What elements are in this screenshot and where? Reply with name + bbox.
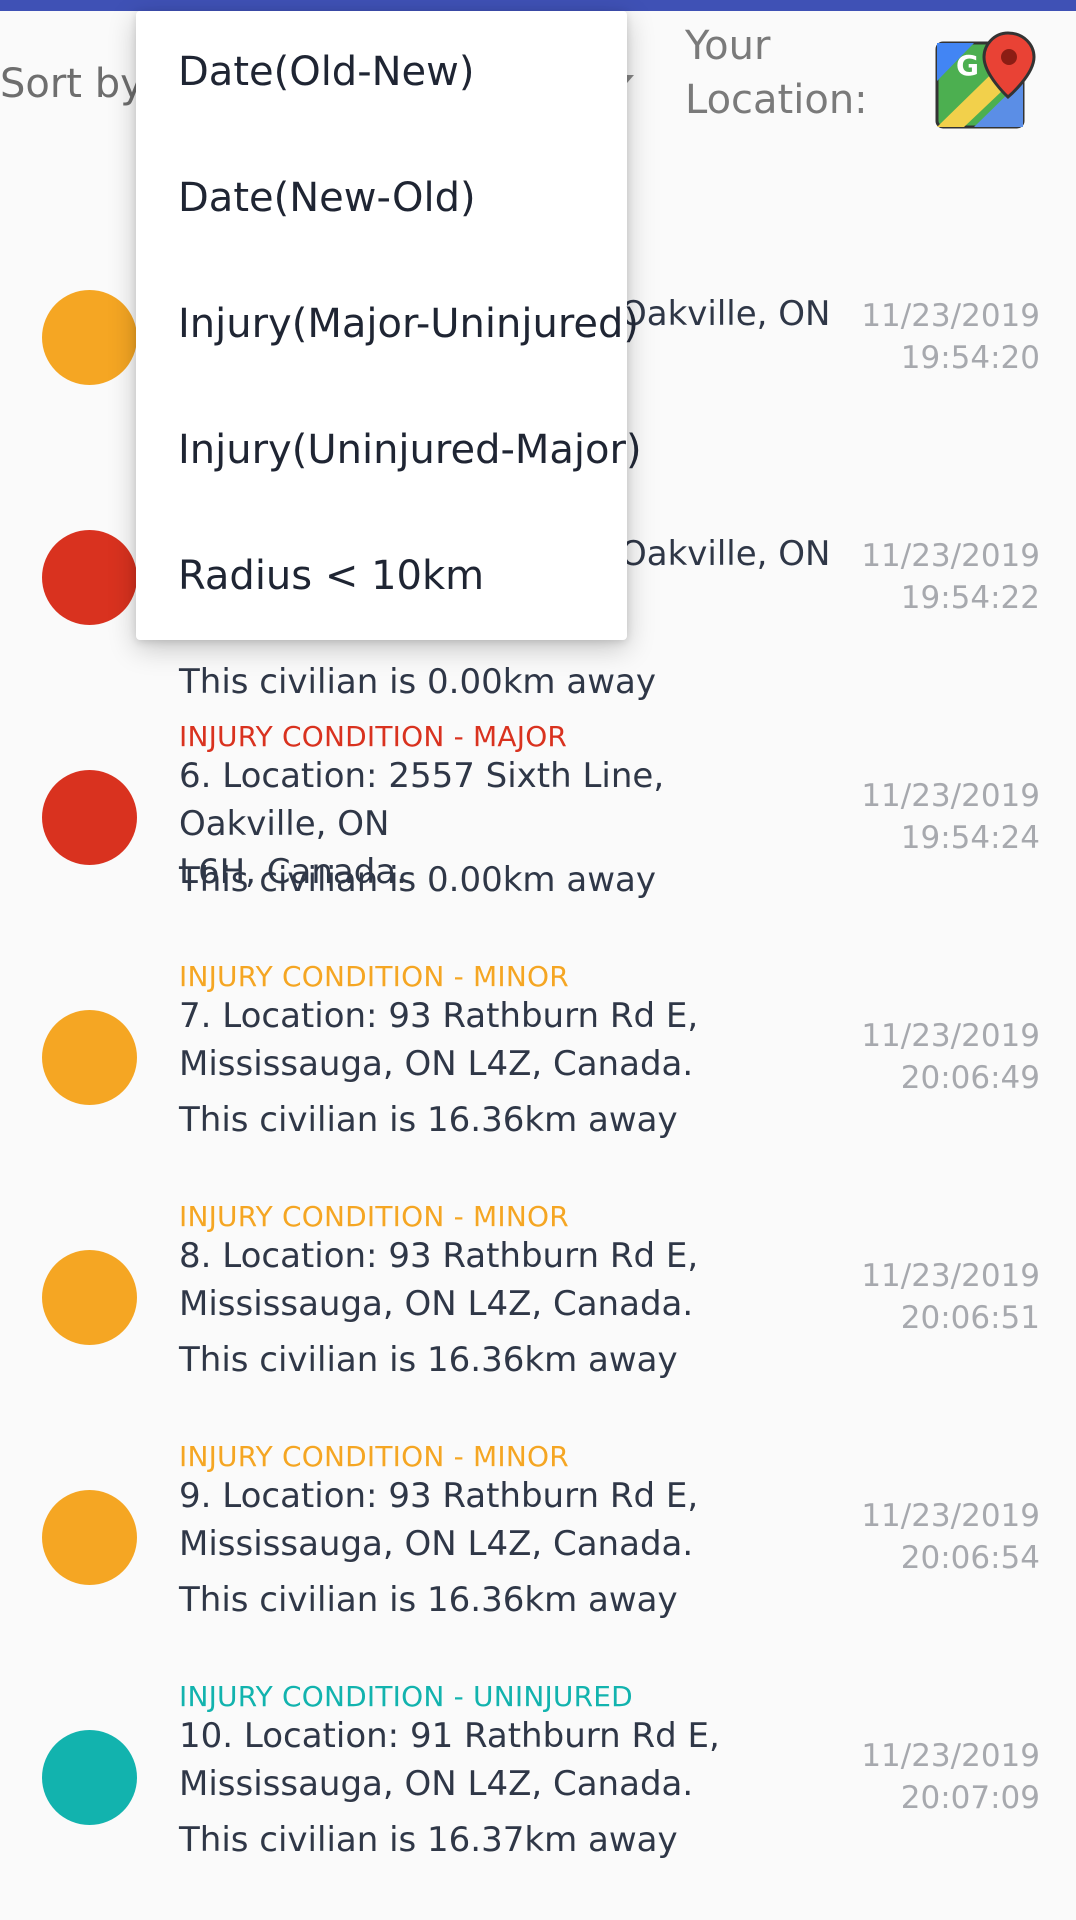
google-maps-icon[interactable]: G — [934, 31, 1038, 131]
timestamp-time: 20:07:09 — [900, 1780, 1040, 1816]
location-line-1: 9. Location: 93 Rathburn Rd E, — [179, 1476, 699, 1516]
injury-status-dot — [42, 770, 137, 865]
timestamp: 11/23/2019 19:54:20 — [861, 295, 1040, 379]
location-line-2: Mississauga, ON L4Z, Canada. — [179, 1764, 694, 1804]
injury-status-dot — [42, 530, 137, 625]
timestamp-date: 11/23/2019 — [861, 1018, 1040, 1054]
injury-condition-label: INJURY CONDITION - MINOR — [179, 960, 569, 993]
location-text: 8. Location: 93 Rathburn Rd E, Mississaug… — [179, 1232, 819, 1328]
timestamp-time: 20:06:51 — [900, 1300, 1040, 1336]
injury-condition-label: INJURY CONDITION - MAJOR — [179, 720, 568, 753]
list-item[interactable]: INJURY CONDITION - MAJOR 6. Location: 255… — [0, 720, 1076, 960]
timestamp: 11/23/2019 20:07:09 — [861, 1735, 1040, 1819]
location-text: 7. Location: 93 Rathburn Rd E, Mississaug… — [179, 992, 819, 1088]
sort-option[interactable]: Date(Old-New) — [178, 49, 474, 95]
injury-condition-label: INJURY CONDITION - UNINJURED — [179, 1680, 633, 1713]
timestamp-date: 11/23/2019 — [861, 298, 1040, 334]
injury-status-dot — [42, 1730, 137, 1825]
timestamp-time: 19:54:22 — [900, 580, 1040, 616]
distance-text: This civilian is 0.00km away — [179, 860, 656, 900]
location-line-1: 7. Location: 93 Rathburn Rd E, — [179, 996, 699, 1036]
location-text: 9. Location: 93 Rathburn Rd E, Mississaug… — [179, 1472, 819, 1568]
location-line-2: Mississauga, ON L4Z, Canada. — [179, 1284, 694, 1324]
location-text: Oakville, ON — [620, 530, 840, 578]
timestamp-time: 19:54:24 — [900, 820, 1040, 856]
location-text: 10. Location: 91 Rathburn Rd E, Mississau… — [179, 1712, 819, 1808]
injury-status-dot — [42, 290, 137, 385]
location-line-1: Oakville, ON — [620, 294, 831, 334]
injury-condition-label: INJURY CONDITION - MINOR — [179, 1440, 569, 1473]
injury-status-dot — [42, 1010, 137, 1105]
location-line-1: 10. Location: 91 Rathburn Rd E, — [179, 1716, 720, 1756]
location-line-2: Mississauga, ON L4Z, Canada. — [179, 1044, 694, 1084]
sort-option[interactable]: Injury(Major-Uninjured) — [178, 301, 639, 347]
sort-dropdown-menu: Date(Old-New) Date(New-Old) Injury(Major-U… — [136, 11, 642, 640]
timestamp-time: 20:06:54 — [900, 1540, 1040, 1576]
distance-text: This civilian is 16.36km away — [179, 1580, 678, 1620]
timestamp-date: 11/23/2019 — [861, 538, 1040, 574]
distance-text: This civilian is 16.36km away — [179, 1340, 678, 1380]
location-text: Oakville, ON — [620, 290, 840, 338]
timestamp: 11/23/2019 19:54:22 — [861, 535, 1040, 619]
timestamp-time: 19:54:20 — [900, 340, 1040, 376]
timestamp: 11/23/2019 20:06:54 — [861, 1495, 1040, 1579]
status-bar — [0, 0, 1076, 11]
location-line-1: 6. Location: 2557 Sixth Line, Oakville, … — [179, 756, 665, 844]
timestamp-time: 20:06:49 — [900, 1060, 1040, 1096]
injury-condition-label: INJURY CONDITION - MINOR — [179, 1200, 569, 1233]
timestamp: 11/23/2019 19:54:24 — [861, 775, 1040, 859]
timestamp-date: 11/23/2019 — [861, 778, 1040, 814]
list-item[interactable]: INJURY CONDITION - UNINJURED 10. Location… — [0, 1680, 1076, 1920]
location-line-2: Mississauga, ON L4Z, Canada. — [179, 1524, 694, 1564]
list-item[interactable]: INJURY CONDITION - MINOR 8. Location: 93 … — [0, 1200, 1076, 1440]
location-line-1: 8. Location: 93 Rathburn Rd E, — [179, 1236, 699, 1276]
distance-text: This civilian is 16.36km away — [179, 1100, 678, 1140]
location-line-1: Oakville, ON — [620, 534, 831, 574]
sort-option[interactable]: Radius < 10km — [178, 553, 484, 599]
injury-status-dot — [42, 1490, 137, 1585]
list-item[interactable]: INJURY CONDITION - MINOR 9. Location: 93 … — [0, 1440, 1076, 1680]
timestamp: 11/23/2019 20:06:51 — [861, 1255, 1040, 1339]
your-location-label: Your Location: — [685, 23, 868, 123]
distance-text: This civilian is 16.37km away — [179, 1820, 678, 1860]
distance-text: This civilian is 0.00km away — [179, 662, 656, 702]
timestamp: 11/23/2019 20:06:49 — [861, 1015, 1040, 1099]
list-item[interactable]: INJURY CONDITION - MINOR 7. Location: 93 … — [0, 960, 1076, 1200]
timestamp-date: 11/23/2019 — [861, 1258, 1040, 1294]
sort-option[interactable]: Injury(Uninjured-Major) — [178, 427, 642, 473]
svg-text:G: G — [956, 49, 979, 82]
timestamp-date: 11/23/2019 — [861, 1498, 1040, 1534]
sort-option[interactable]: Date(New-Old) — [178, 175, 476, 221]
sort-label: Sort by: — [0, 61, 155, 107]
injury-status-dot — [42, 1250, 137, 1345]
timestamp-date: 11/23/2019 — [861, 1738, 1040, 1774]
